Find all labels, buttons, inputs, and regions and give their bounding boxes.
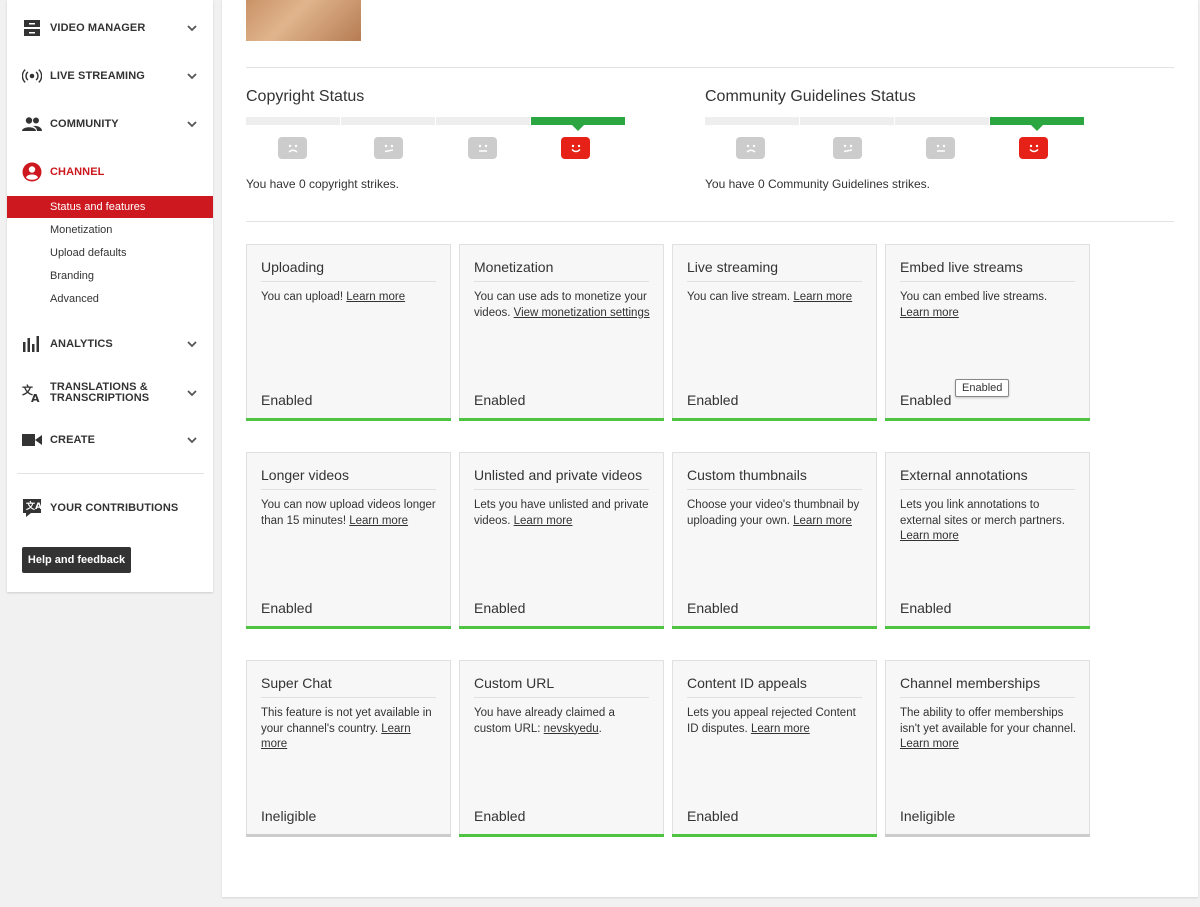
channel-thumbnail — [246, 0, 361, 41]
feature-card-super-chat: Super Chat This feature is not yet avail… — [246, 660, 451, 837]
create-icon — [22, 430, 42, 450]
sidebar-divider — [17, 473, 204, 474]
copyright-strikes-text: You have 0 copyright strikes. — [246, 177, 399, 191]
nav-label: ANALYTICS — [50, 337, 113, 350]
learn-more-link[interactable]: Learn more — [900, 307, 959, 319]
nav-channel[interactable]: CHANNEL — [7, 154, 213, 190]
nav-label: YOUR CONTRIBUTIONS — [50, 501, 179, 514]
sub-item-upload-defaults[interactable]: Upload defaults — [7, 242, 213, 264]
main-content: Copyright Status You have 0 copyright st… — [222, 0, 1198, 897]
divider — [246, 67, 1174, 68]
status-label: Enabled — [900, 600, 952, 616]
learn-more-link[interactable]: Learn more — [900, 530, 959, 542]
help-and-feedback-button[interactable]: Help and feedback — [22, 547, 131, 573]
chevron-down-icon — [187, 73, 197, 80]
nav-label: VIDEO MANAGER — [50, 21, 146, 34]
status-label: Enabled — [261, 392, 313, 408]
nav-create[interactable]: CREATE — [7, 422, 213, 458]
nav-translations[interactable]: 文A TRANSLATIONS & TRANSCRIPTIONS — [7, 374, 213, 412]
nav-label: TRANSLATIONS & TRANSCRIPTIONS — [50, 381, 150, 404]
learn-more-link[interactable]: Learn more — [346, 291, 405, 303]
feature-card-embed-live-streams: Embed live streams You can embed live st… — [885, 244, 1090, 421]
learn-more-link[interactable]: Learn more — [900, 738, 959, 750]
nav-analytics[interactable]: ANALYTICS — [7, 326, 213, 362]
chevron-down-icon — [187, 390, 197, 397]
status-label: Enabled — [900, 392, 952, 408]
sub-item-advanced[interactable]: Advanced — [7, 288, 213, 310]
feature-card-monetization: Monetization You can use ads to monetize… — [459, 244, 664, 421]
feature-card-unlisted-private: Unlisted and private videos Lets you hav… — [459, 452, 664, 629]
divider — [246, 221, 1174, 222]
sad-face-icon — [278, 137, 307, 159]
feature-card-longer-videos: Longer videos You can now upload videos … — [246, 452, 451, 629]
status-label: Enabled — [687, 808, 739, 824]
sub-item-monetization[interactable]: Monetization — [7, 219, 213, 241]
feature-card-custom-url: Custom URL You have already claimed a cu… — [459, 660, 664, 837]
status-label: Enabled — [261, 600, 313, 616]
status-label: Enabled — [474, 808, 526, 824]
community-strike-bar — [705, 117, 1085, 131]
translations-icon: 文A — [22, 383, 42, 403]
svg-text:文A: 文A — [25, 500, 42, 512]
feature-card-external-annotations: External annotations Lets you link annot… — [885, 452, 1090, 629]
happy-face-icon — [561, 137, 590, 159]
svg-text:A: A — [31, 392, 40, 403]
copyright-status-title: Copyright Status — [246, 88, 365, 105]
learn-more-link[interactable]: Learn more — [793, 515, 852, 527]
copyright-strike-bar — [246, 117, 626, 131]
status-label: Enabled — [687, 392, 739, 408]
nav-live-streaming[interactable]: LIVE STREAMING — [7, 58, 213, 94]
custom-url-link[interactable]: nevskyedu — [544, 723, 599, 735]
status-label: Ineligible — [900, 808, 956, 824]
feature-card-channel-memberships: Channel memberships The ability to offer… — [885, 660, 1090, 837]
learn-more-link[interactable]: Learn more — [349, 515, 408, 527]
analytics-icon — [22, 334, 42, 354]
view-monetization-settings-link[interactable]: View monetization settings — [514, 307, 650, 319]
nav-label: CREATE — [50, 433, 96, 446]
status-label: Enabled — [687, 600, 739, 616]
sub-item-branding[interactable]: Branding — [7, 265, 213, 287]
learn-more-link[interactable]: Learn more — [751, 723, 810, 735]
feature-card-custom-thumbnails: Custom thumbnails Choose your video's th… — [672, 452, 877, 629]
status-label: Ineligible — [261, 808, 317, 824]
status-label: Enabled — [474, 600, 526, 616]
learn-more-link[interactable]: Learn more — [514, 515, 573, 527]
chevron-down-icon — [187, 121, 197, 128]
status-label: Enabled — [474, 392, 526, 408]
nav-label: COMMUNITY — [50, 117, 119, 130]
video-manager-icon — [22, 18, 42, 38]
sidebar: VIDEO MANAGER LIVE STREAMING COMMUNITY C… — [7, 0, 213, 592]
chevron-down-icon — [187, 437, 197, 444]
nav-video-manager[interactable]: VIDEO MANAGER — [7, 10, 213, 46]
sad-face-icon — [736, 137, 765, 159]
community-icon — [22, 114, 42, 134]
skeptical-face-icon — [833, 137, 862, 159]
contributions-icon: 文A — [22, 498, 42, 518]
nav-community[interactable]: COMMUNITY — [7, 106, 213, 142]
skeptical-face-icon — [374, 137, 403, 159]
sub-item-status-and-features[interactable]: Status and features — [7, 196, 213, 218]
feature-card-uploading: Uploading You can upload! Learn more Ena… — [246, 244, 451, 421]
chevron-down-icon — [187, 341, 197, 348]
community-strikes-text: You have 0 Community Guidelines strikes. — [705, 177, 930, 191]
learn-more-link[interactable]: Learn more — [793, 291, 852, 303]
feature-card-content-id-appeals: Content ID appeals Lets you appeal rejec… — [672, 660, 877, 837]
neutral-face-icon — [468, 137, 497, 159]
nav-your-contributions[interactable]: 文A YOUR CONTRIBUTIONS — [7, 490, 213, 526]
nav-label: LIVE STREAMING — [50, 69, 145, 82]
happy-face-icon — [1019, 137, 1048, 159]
chevron-down-icon — [187, 25, 197, 32]
community-guidelines-status-title: Community Guidelines Status — [705, 88, 916, 105]
feature-card-live-streaming: Live streaming You can live stream. Lear… — [672, 244, 877, 421]
neutral-face-icon — [926, 137, 955, 159]
channel-icon — [22, 162, 42, 182]
tooltip: Enabled — [955, 379, 1010, 397]
nav-label: CHANNEL — [50, 165, 105, 178]
live-streaming-icon — [22, 66, 42, 86]
